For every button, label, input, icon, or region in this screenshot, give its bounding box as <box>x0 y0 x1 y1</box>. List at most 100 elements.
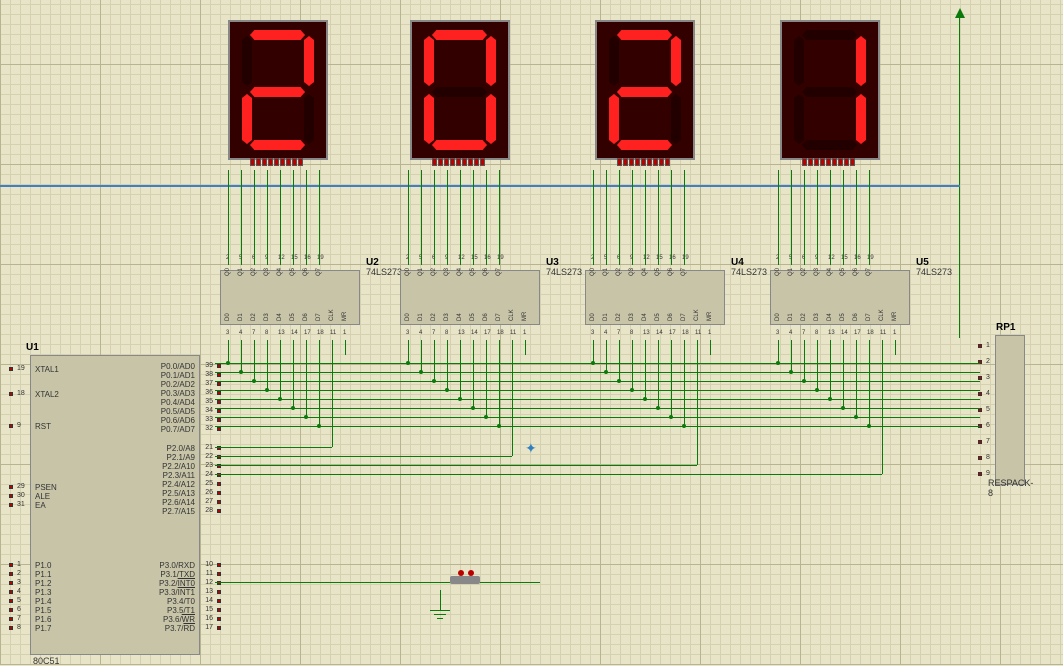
pin-terminal <box>9 485 13 489</box>
latch-pin-label: Q7 <box>866 268 872 276</box>
u1-ref: U1 <box>26 342 39 353</box>
junction-dot <box>682 424 686 428</box>
latch-pin-label: D3 <box>814 313 820 321</box>
wire-d-drop <box>869 340 870 426</box>
seven-seg-display-2 <box>410 20 510 160</box>
mcu-pin-num: 7 <box>17 615 21 622</box>
wire-data-bus <box>215 426 980 427</box>
junction-dot <box>630 388 634 392</box>
latch-pin-num: 14 <box>841 330 848 336</box>
latch-pin-num: 7 <box>802 330 805 336</box>
wire-q-to-seg <box>619 170 620 265</box>
pin-terminal <box>217 563 221 567</box>
pin-terminal <box>217 373 221 377</box>
wire-d-drop <box>473 340 474 408</box>
mcu-pin-num: 36 <box>205 389 213 396</box>
cursor-center-icon: ✦ <box>525 440 537 457</box>
latch-pin-label: Q4 <box>827 268 833 276</box>
pin-terminal <box>217 617 221 621</box>
latch-pin-label: D6 <box>303 313 309 321</box>
latch-pin-num: 15 <box>656 255 663 261</box>
wire-clk-up <box>882 340 883 474</box>
junction-dot <box>226 361 230 365</box>
junction-dot <box>445 388 449 392</box>
mcu-pin-label: P2.7/A15 <box>162 507 195 516</box>
push-button[interactable] <box>450 576 480 588</box>
junction-dot <box>317 424 321 428</box>
pin-terminal <box>217 409 221 413</box>
u5-type: 74LS273 <box>916 267 952 277</box>
respack-pin-num: 3 <box>986 374 990 381</box>
latch-pin-label: Q4 <box>277 268 283 276</box>
latch-pin-label: CLK <box>879 309 885 321</box>
junction-dot <box>406 361 410 365</box>
latch-pin-label: MR <box>342 312 348 321</box>
pin-terminal <box>217 400 221 404</box>
mcu-pin-num: 5 <box>17 597 21 604</box>
latch-pin-label: D4 <box>277 313 283 321</box>
latch-pin-num: 16 <box>484 255 491 261</box>
mcu-pin-label: EA <box>35 501 46 510</box>
mcu-pin-num: 14 <box>205 597 213 604</box>
mcu-pin-label: P0.6/AD6 <box>161 416 195 425</box>
wire-q-to-seg <box>319 170 320 265</box>
mcu-pin-label: P1.2 <box>35 579 51 588</box>
latch-pin-label: Q2 <box>431 268 437 276</box>
wire-q-to-seg <box>434 170 435 265</box>
latch-pin-label: D6 <box>668 313 674 321</box>
pin-terminal <box>217 418 221 422</box>
latch-pin-label: Q0 <box>405 268 411 276</box>
wire-d-drop <box>293 340 294 408</box>
wire-q-to-seg <box>632 170 633 265</box>
wire-d-drop <box>254 340 255 381</box>
latch-pin-label: D5 <box>470 313 476 321</box>
latch-pin-label: Q2 <box>616 268 622 276</box>
latch-pin-label: Q7 <box>496 268 502 276</box>
latch-pin-label: D2 <box>431 313 437 321</box>
wire-d-drop <box>306 340 307 417</box>
junction-dot <box>604 370 608 374</box>
pin-terminal <box>978 376 982 380</box>
latch-pin-label: Q7 <box>316 268 322 276</box>
wire-d-drop <box>778 340 779 363</box>
wire-clk-up <box>332 340 333 447</box>
wire-q-to-seg <box>499 170 500 265</box>
wire-q-to-seg <box>486 170 487 265</box>
mcu-pin-label: P3.2/INT0 <box>159 579 195 588</box>
mcu-pin-num: 30 <box>17 492 25 499</box>
mcu-pin-label: P3.4/T0 <box>167 597 195 606</box>
mcu-pin-label: P1.0 <box>35 561 51 570</box>
latch-pin-label: D1 <box>603 313 609 321</box>
wire-d-drop <box>830 340 831 399</box>
latch-pin-num: 18 <box>682 330 689 336</box>
wire-d-drop <box>486 340 487 417</box>
pin-terminal <box>978 440 982 444</box>
wire-gnd-drop <box>440 590 441 610</box>
wire-d-drop <box>817 340 818 390</box>
latch-pin-label: D2 <box>251 313 257 321</box>
junction-dot <box>656 406 660 410</box>
mcu-pin-label: P2.0/A8 <box>167 444 195 453</box>
pin-terminal <box>217 364 221 368</box>
junction-dot <box>265 388 269 392</box>
pin-terminal <box>978 344 982 348</box>
wire-data-bus <box>215 372 980 373</box>
junction-dot <box>776 361 780 365</box>
mcu-pin-num: 33 <box>205 416 213 423</box>
respack-pin-num: 6 <box>986 422 990 429</box>
pin-terminal <box>9 590 13 594</box>
latch-pin-num: 4 <box>419 330 422 336</box>
pin-terminal <box>9 626 13 630</box>
wire-q-to-seg <box>421 170 422 265</box>
latch-pin-num: 3 <box>591 330 594 336</box>
wire-mr <box>525 340 526 355</box>
mcu-pin-num: 26 <box>205 489 213 496</box>
latch-pin-num: 13 <box>643 330 650 336</box>
respack-rp1[interactable]: RP1 RESPACK-8 123456789 <box>995 335 1025 485</box>
latch-pin-label: Q2 <box>801 268 807 276</box>
latch-pin-label: D0 <box>225 313 231 321</box>
mcu-80c51[interactable]: U1 80C51 19XTAL118XTAL29RST29PSEN30ALE31… <box>30 355 200 655</box>
latch-pin-label: D5 <box>840 313 846 321</box>
junction-dot <box>854 415 858 419</box>
latch-pin-label: D6 <box>483 313 489 321</box>
